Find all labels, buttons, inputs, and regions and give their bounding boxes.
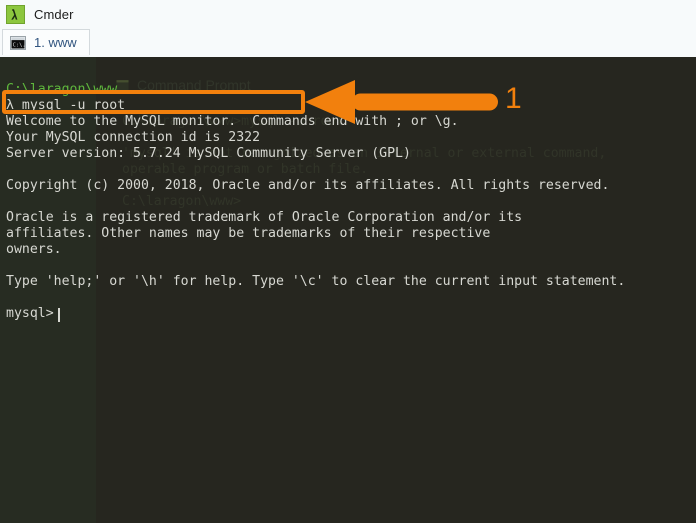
cmder-window: Cmder C:\. 1. www Command Prompt C:\lara… — [0, 0, 696, 523]
terminal-line: Welcome to the MySQL monitor. Commands e… — [6, 114, 459, 129]
terminal-line: affiliates. Other names may be trademark… — [6, 226, 491, 241]
terminal-output: C:\laragon\www λ mysql -u root Welcome t… — [0, 57, 696, 523]
terminal-line: Type 'help;' or '\h' for help. Type '\c'… — [6, 274, 626, 289]
terminal-line: Oracle is a registered trademark of Orac… — [6, 210, 523, 225]
console-window-icon: C:\. — [10, 35, 26, 50]
svg-text:C:\.: C:\. — [13, 42, 26, 48]
terminal-line: Server version: 5.7.24 MySQL Community S… — [6, 146, 411, 161]
lambda-icon — [6, 4, 25, 24]
title-bar: Cmder — [0, 0, 696, 28]
tab-label: 1. www — [34, 35, 77, 50]
tab-bar[interactable]: C:\. 1. www — [0, 28, 696, 57]
terminal-prompt: mysql> — [6, 306, 54, 321]
terminal-line: Copyright (c) 2000, 2018, Oracle and/or … — [6, 178, 610, 193]
terminal-line: owners. — [6, 242, 62, 257]
terminal-viewport[interactable]: Command Prompt C:\laragon\www>mysql -u r… — [0, 57, 696, 523]
tab-1-www[interactable]: C:\. 1. www — [2, 29, 90, 55]
terminal-line-cwd: C:\laragon\www — [6, 82, 118, 97]
terminal-line: Your MySQL connection id is 2322 — [6, 130, 261, 145]
text-cursor — [58, 308, 60, 322]
app-title: Cmder — [34, 6, 74, 22]
terminal-line-command: λ mysql -u root — [6, 98, 126, 113]
